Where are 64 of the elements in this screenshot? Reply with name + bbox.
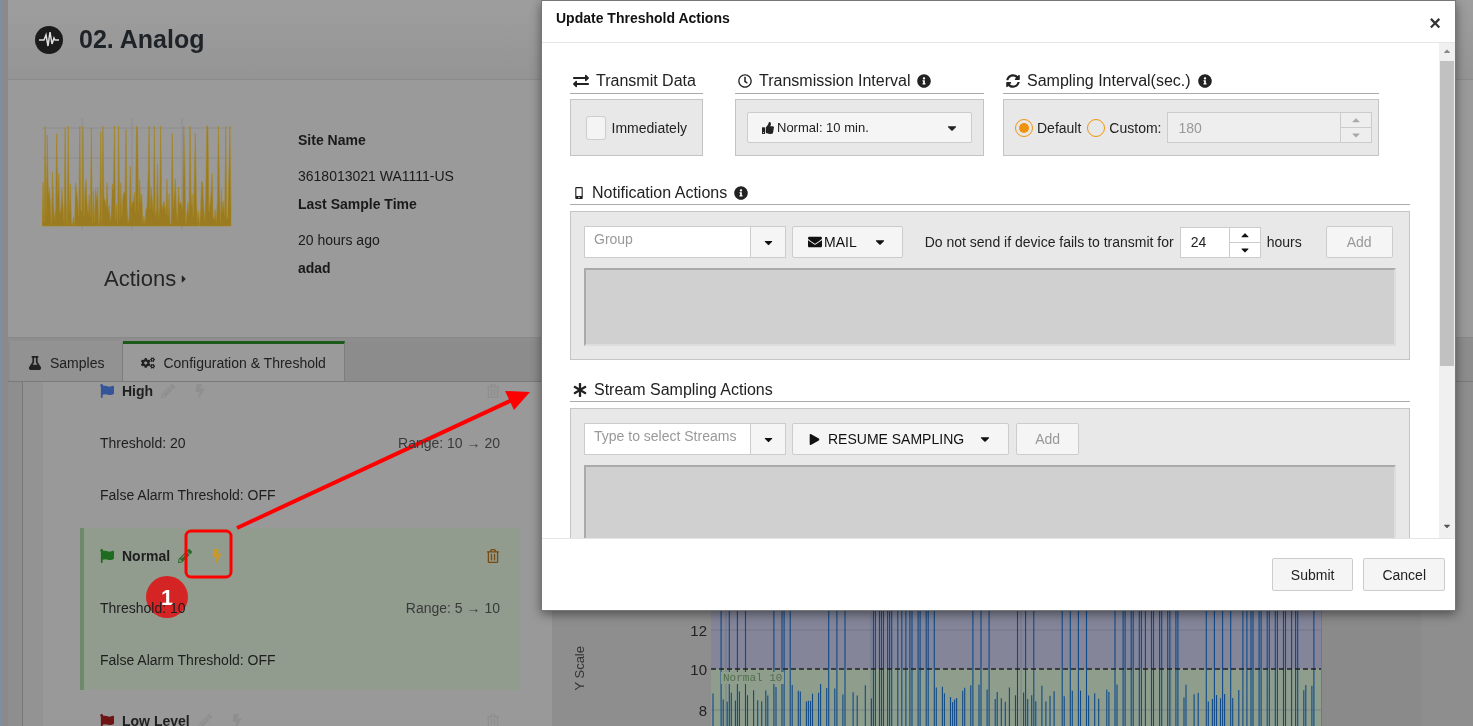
level-name: High [122,383,154,399]
info-label: adad [298,259,332,278]
info-value: 3618013021 WA1111-US [298,167,454,186]
radio-label: Custom: [1109,119,1162,136]
hint-text: Do not send if device fails to transmit for [924,234,1174,250]
info-label: Last Sample Time [298,195,418,214]
info-icon [1197,74,1212,88]
close-button[interactable]: × [1429,13,1441,33]
tab[interactable]: Samples [10,341,124,381]
interval-select[interactable]: Normal: 10 min. [747,112,972,143]
clock-icon [738,74,752,88]
dialog-title: Update Threshold Actions [556,10,731,26]
refresh-icon [1006,74,1020,88]
threshold-text: Threshold: 20 [100,435,186,451]
tab-label: Configuration & Threshold [163,354,326,371]
highlight-frame [184,529,233,579]
method-dropdown[interactable]: MAIL [792,226,903,258]
section-heading: Transmission Interval [759,72,911,90]
level-name: Low Level [122,713,190,726]
tab[interactable]: Configuration & Threshold [123,341,345,381]
dropdown-button[interactable] [750,423,786,455]
pencil-icon[interactable] [178,549,193,563]
checkbox[interactable] [586,115,606,140]
trash-icon[interactable] [486,549,500,563]
tab-label: Samples [50,354,105,371]
level-name: Normal [122,548,171,564]
asterisk-icon [573,383,587,397]
axis-tick: 12 [690,621,707,639]
info-icon [917,74,932,88]
range-text: Range: 5 → 10 [405,600,500,616]
play-icon [809,433,820,445]
axis-tick: 8 [698,701,707,719]
unit-label: hours [1266,234,1302,250]
mobile-icon [573,187,585,199]
band-label: Normal 10 [721,672,785,684]
checkbox-label: Immediately [611,119,687,136]
gears-icon [141,355,156,370]
section-heading: Sampling Interval(sec.) [1027,72,1191,90]
axis-title: Y Scale [571,646,587,691]
flask-icon [28,355,42,370]
cancel-button[interactable]: Cancel [1363,558,1445,591]
info-value: 20 hours ago [298,231,381,250]
radio-label: Default [1037,119,1082,136]
hours-field[interactable]: 24 [1179,226,1229,258]
axis-tick: 10 [690,660,707,678]
thumbs-up-icon [762,121,774,134]
actions-menu[interactable]: Actions [104,266,191,292]
group-field[interactable]: Group [584,226,750,258]
submit-button[interactable]: Submit [1271,558,1354,591]
exchange-icon [573,73,589,89]
section-heading: Stream Sampling Actions [594,381,773,399]
spin-buttons[interactable] [1228,226,1261,258]
info-icon [734,186,749,200]
false-alarm-text: False Alarm Threshold: OFF [100,652,276,668]
envelope-icon [808,235,822,249]
section-heading: Notification Actions [592,184,728,202]
page-title: 02. Analog [79,25,205,54]
action-dropdown[interactable]: RESUME SAMPLING [792,423,1010,455]
false-alarm-text: False Alarm Threshold: OFF [100,487,276,503]
section-heading: Transmit Data [596,72,696,90]
info-label: Site Name [298,131,367,150]
dropdown-button[interactable] [750,226,786,258]
stream-field[interactable]: Type to select Streams [584,423,750,455]
waveform-logo-icon [35,25,63,54]
